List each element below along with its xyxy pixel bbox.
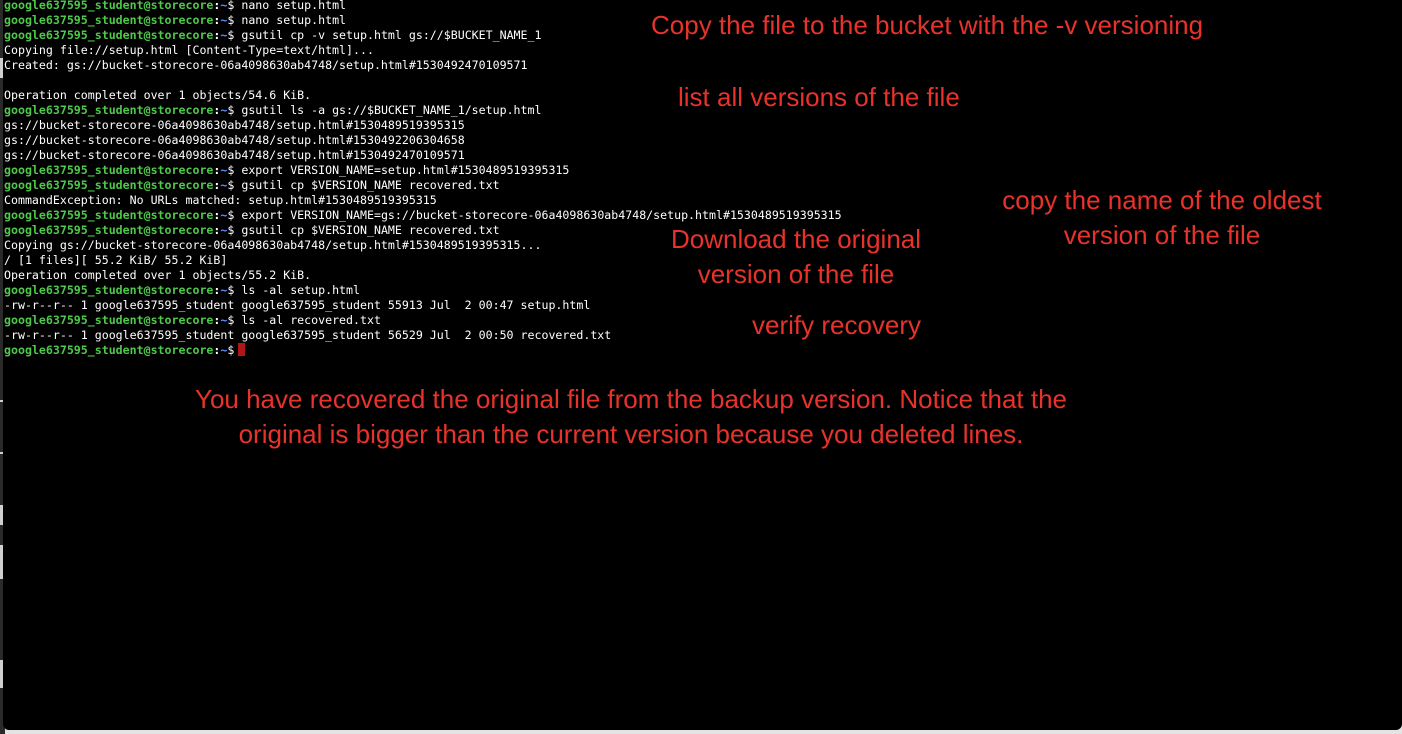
prompt-user: google637595_student@storecore [4, 343, 214, 357]
terminal-output-line: gs://bucket-storecore-06a4098630ab4748/s… [4, 148, 842, 163]
terminal-output-text: gs://bucket-storecore-06a4098630ab4748/s… [4, 133, 465, 147]
terminal-command: export VERSION_NAME=gs://bucket-storecor… [234, 208, 842, 222]
terminal-command: gsutil cp -v setup.html gs://$BUCKET_NAM… [234, 28, 542, 42]
terminal-output-text: Copying gs://bucket-storecore-06a4098630… [4, 238, 542, 252]
terminal-output-line: CommandException: No URLs matched: setup… [4, 193, 842, 208]
terminal-output-line: gs://bucket-storecore-06a4098630ab4748/s… [4, 133, 842, 148]
terminal-prompt-line: google637595_student@storecore:~$ export… [4, 163, 842, 178]
annotation-verify-recovery: verify recovery [752, 310, 922, 340]
terminal-command: gsutil cp $VERSION_NAME recovered.txt [234, 178, 500, 192]
annotation-list-versions: list all versions of the file [678, 82, 960, 112]
terminal-output-text: / [1 files][ 55.2 KiB/ 55.2 KiB] [4, 253, 228, 267]
prompt-user: google637595_student@storecore [4, 208, 214, 222]
annotation-copy-oldest-line2: version of the file [1063, 220, 1261, 250]
screen: google637595_student@storecore:~$ nano s… [0, 0, 1402, 734]
terminal-window[interactable]: google637595_student@storecore:~$ nano s… [3, 0, 1402, 730]
terminal-output-text: Operation completed over 1 objects/54.6 … [4, 88, 312, 102]
prompt-user: google637595_student@storecore [4, 0, 214, 12]
prompt-user: google637595_student@storecore [4, 13, 214, 27]
terminal-command: export VERSION_NAME=setup.html#153048951… [234, 163, 570, 177]
terminal-command: gsutil cp $VERSION_NAME recovered.txt [234, 223, 500, 237]
terminal-output-text: gs://bucket-storecore-06a4098630ab4748/s… [4, 118, 465, 132]
terminal-prompt-line: google637595_student@storecore:~$ [4, 343, 842, 358]
terminal-output-text: Operation completed over 1 objects/55.2 … [4, 268, 312, 282]
terminal-cursor[interactable] [238, 343, 246, 356]
terminal-output: google637595_student@storecore:~$ nano s… [4, 0, 842, 358]
terminal-output-text: -rw-r--r-- 1 google637595_student google… [4, 298, 591, 312]
prompt-sign: $ [227, 343, 235, 357]
prompt-user: google637595_student@storecore [4, 283, 214, 297]
terminal-output-text: Created: gs://bucket-storecore-06a409863… [4, 58, 528, 72]
annotation-download-original-line1: Download the original [670, 224, 922, 254]
terminal-output-text: CommandException: No URLs matched: setup… [4, 193, 437, 207]
annotation-download-original-line2: version of the file [697, 259, 895, 289]
annotation-summary: You have recovered the original file fro… [131, 382, 1131, 452]
annotation-copy-versioning: Copy the file to the bucket with the -v … [651, 10, 1204, 40]
terminal-output-text: -rw-r--r-- 1 google637595_student google… [4, 328, 612, 342]
terminal-output-line: -rw-r--r-- 1 google637595_student google… [4, 298, 842, 313]
annotation-copy-oldest-line1: copy the name of the oldest [1002, 185, 1322, 215]
terminal-output-line: Copying file://setup.html [Content-Type=… [4, 43, 842, 58]
prompt-user: google637595_student@storecore [4, 28, 214, 42]
terminal-prompt-line: google637595_student@storecore:~$ export… [4, 208, 842, 223]
prompt-user: google637595_student@storecore [4, 223, 214, 237]
prompt-user: google637595_student@storecore [4, 313, 214, 327]
terminal-command: ls -al recovered.txt [234, 313, 381, 327]
terminal-prompt-line: google637595_student@storecore:~$ ls -al… [4, 313, 842, 328]
prompt-user: google637595_student@storecore [4, 103, 214, 117]
prompt-user: google637595_student@storecore [4, 178, 214, 192]
terminal-output-line: -rw-r--r-- 1 google637595_student google… [4, 328, 842, 343]
annotation-copy-oldest: copy the name of the oldest version of t… [982, 183, 1342, 253]
annotation-summary-line1: You have recovered the original file fro… [195, 384, 1067, 414]
terminal-output-line: Created: gs://bucket-storecore-06a409863… [4, 58, 842, 73]
terminal-output-line: gs://bucket-storecore-06a4098630ab4748/s… [4, 118, 842, 133]
terminal-prompt-line: google637595_student@storecore:~$ gsutil… [4, 178, 842, 193]
terminal-command: ls -al setup.html [234, 283, 360, 297]
prompt-user: google637595_student@storecore [4, 163, 214, 177]
terminal-output-text: gs://bucket-storecore-06a4098630ab4748/s… [4, 148, 465, 162]
annotation-summary-line2: original is bigger than the current vers… [238, 419, 1024, 449]
terminal-command: nano setup.html [234, 13, 347, 27]
terminal-output-text: Copying file://setup.html [Content-Type=… [4, 43, 374, 57]
annotation-download-original: Download the original version of the fil… [641, 222, 951, 292]
terminal-command: gsutil ls -a gs://$BUCKET_NAME_1/setup.h… [234, 103, 542, 117]
terminal-command: nano setup.html [234, 0, 347, 12]
